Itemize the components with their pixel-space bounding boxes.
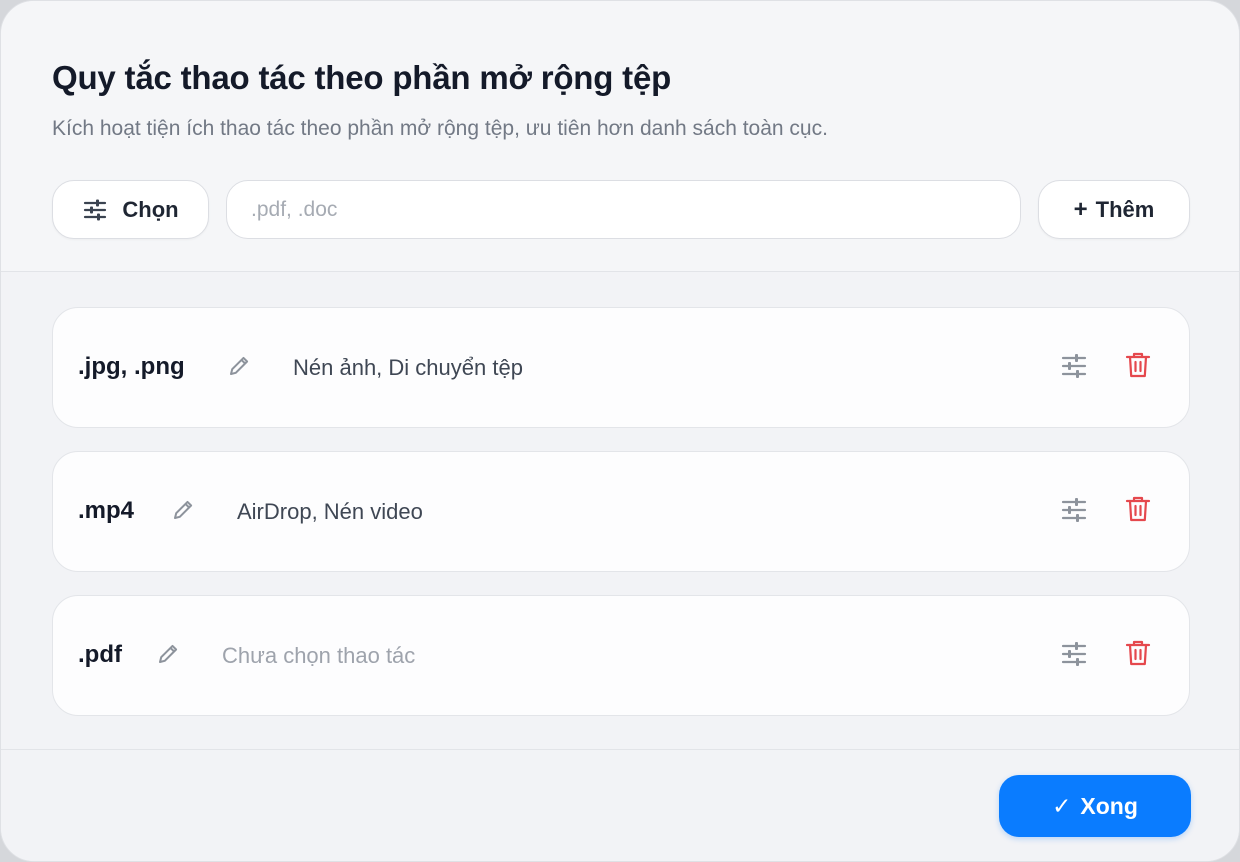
plus-icon: +	[1073, 195, 1088, 223]
trash-icon[interactable]	[1123, 350, 1153, 380]
rule-row: .pdf Chưa chọn thao tác	[52, 595, 1190, 716]
add-rule-button[interactable]: + Thêm	[1038, 180, 1190, 239]
dialog-title: Quy tắc thao tác theo phần mở rộng tệp	[52, 59, 672, 96]
extension-rules-dialog: Quy tắc thao tác theo phần mở rộng tệp K…	[0, 0, 1240, 862]
dialog-header: Quy tắc thao tác theo phần mở rộng tệp K…	[1, 1, 1239, 272]
trash-icon[interactable]	[1123, 494, 1153, 524]
sliders-icon[interactable]	[1059, 639, 1089, 669]
pencil-icon[interactable]	[171, 498, 195, 522]
choose-actions-button[interactable]: Chọn	[52, 180, 209, 239]
rule-row: .jpg, .png Nén ảnh, Di chuyển tệp	[52, 307, 1190, 428]
pencil-icon[interactable]	[156, 642, 180, 666]
checkmark-icon: ✓	[1052, 792, 1072, 819]
choose-button-label: Chọn	[122, 196, 179, 222]
rule-row: .mp4 AirDrop, Nén video	[52, 451, 1190, 572]
rule-actions-empty: Chưa chọn thao tác	[222, 643, 416, 668]
sliders-icon[interactable]	[1059, 495, 1089, 525]
extension-input[interactable]	[226, 180, 1021, 239]
rule-extensions: .mp4	[78, 497, 135, 524]
rule-actions: Nén ảnh, Di chuyển tệp	[293, 355, 523, 380]
done-button[interactable]: ✓ Xong	[999, 775, 1191, 837]
rule-actions: AirDrop, Nén video	[237, 499, 423, 524]
sliders-icon	[84, 199, 107, 220]
add-button-label: Thêm	[1095, 196, 1155, 222]
done-button-label: Xong	[1080, 792, 1138, 819]
dialog-subtitle: Kích hoạt tiện ích thao tác theo phần mở…	[52, 117, 828, 140]
rule-extensions: .pdf	[78, 641, 122, 668]
rule-extensions: .jpg, .png	[78, 353, 185, 380]
trash-icon[interactable]	[1123, 638, 1153, 668]
sliders-icon[interactable]	[1059, 351, 1089, 381]
pencil-icon[interactable]	[227, 354, 251, 378]
